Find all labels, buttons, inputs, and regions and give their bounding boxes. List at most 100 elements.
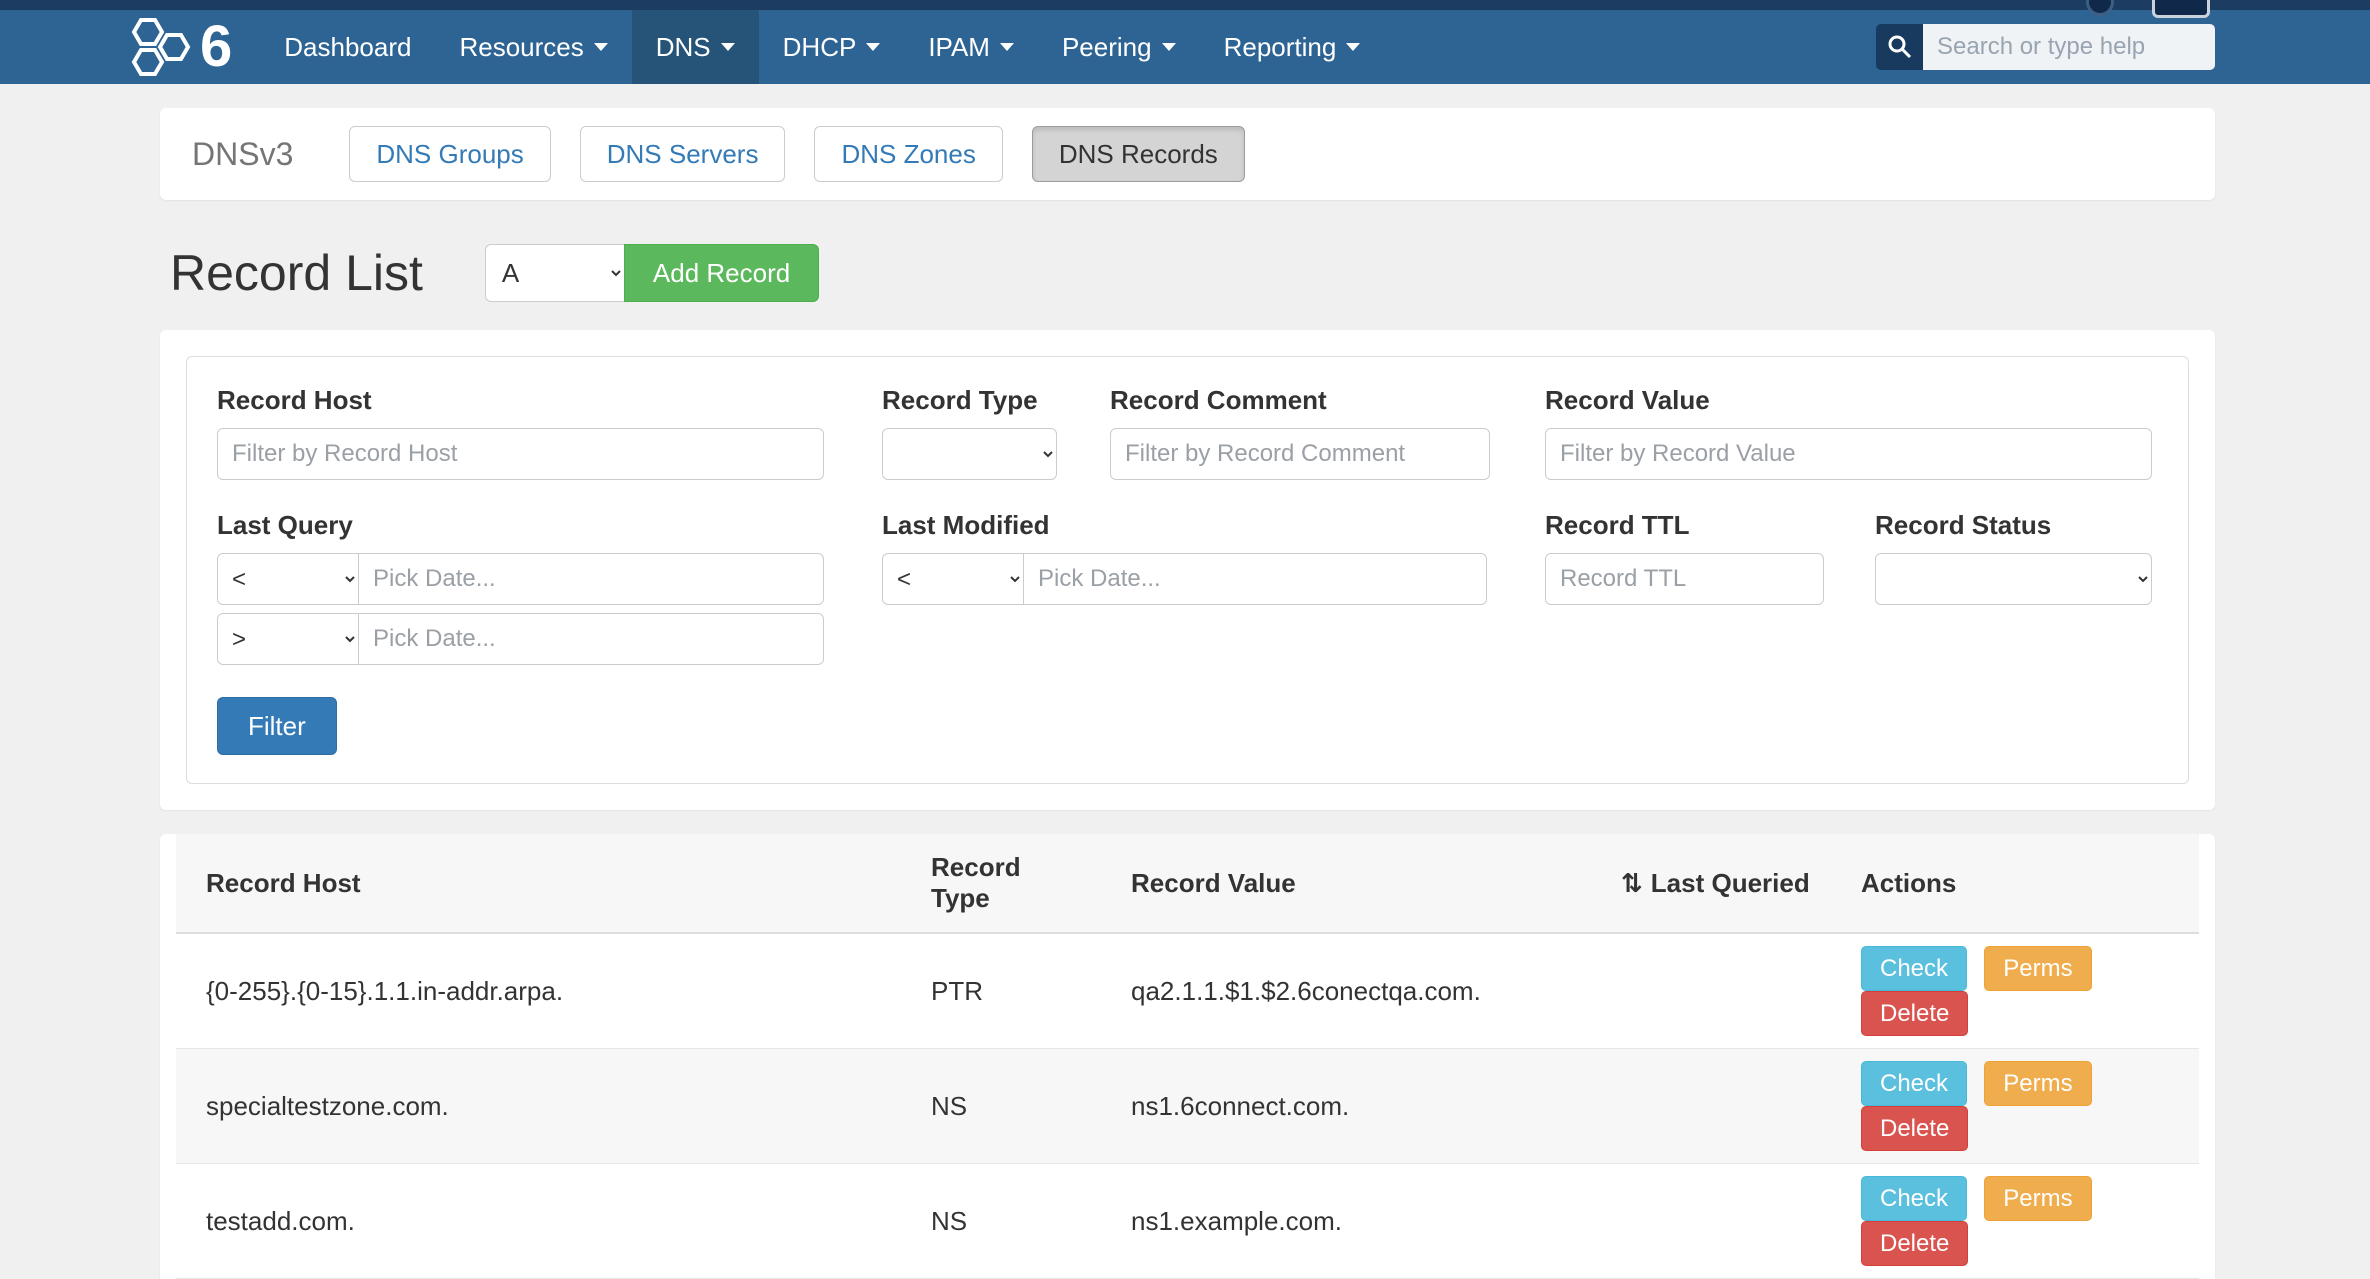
filter-row-1: Record Host Record Type Record Comment R… <box>217 385 2158 480</box>
sort-icon[interactable]: ⇅ <box>1621 869 1643 899</box>
table-row: {0-255}.{0-15}.1.1.in-addr.arpa. PTR qa2… <box>176 933 2199 1049</box>
record-status-label: Record Status <box>1875 510 2152 541</box>
filter-field-record-type: Record Type <box>882 385 1057 480</box>
cell-actions: Check Perms Delete <box>1831 1164 2199 1279</box>
last-modified-group: < <box>882 553 1487 605</box>
main-nav-menu: Dashboard Resources DNS DHCP IPAM Peerin… <box>260 10 1384 84</box>
filter-field-record-comment: Record Comment <box>1110 385 1490 480</box>
last-query-before-date-input[interactable] <box>358 553 824 605</box>
records-table-panel: Record Host Record Type Record Value ⇅ La… <box>160 834 2215 1279</box>
dns-records-button[interactable]: DNS Records <box>1032 126 1245 182</box>
record-value-label: Record Value <box>1545 385 2152 416</box>
last-query-gt-select[interactable]: > <box>217 613 359 665</box>
nav-item-resources[interactable]: Resources <box>435 10 631 84</box>
record-comment-input[interactable] <box>1110 428 1490 480</box>
record-status-select[interactable] <box>1875 553 2152 605</box>
record-host-label: Record Host <box>217 385 824 416</box>
dns-servers-button[interactable]: DNS Servers <box>580 126 786 182</box>
caret-down-icon <box>1162 43 1176 51</box>
header-record-value: Record Value <box>1101 834 1591 933</box>
header-record-type: Record Type <box>901 834 1101 933</box>
filter-submit-button[interactable]: Filter <box>217 697 337 755</box>
table-header-row: Record Host Record Type Record Value ⇅ La… <box>176 834 2199 933</box>
nav-item-label: DHCP <box>783 32 857 63</box>
record-host-input[interactable] <box>217 428 824 480</box>
last-modified-date-input[interactable] <box>1023 553 1487 605</box>
cell-actions: Check Perms Delete <box>1831 933 2199 1049</box>
cell-last-queried <box>1591 1049 1831 1164</box>
add-record-button[interactable]: Add Record <box>624 244 819 302</box>
main-navbar: 6 Dashboard Resources DNS DHCP IPAM Peer… <box>0 10 2370 84</box>
cell-record-type: PTR <box>901 933 1101 1049</box>
last-query-after-date-input[interactable] <box>358 613 824 665</box>
last-query-lt-select[interactable]: < <box>217 553 359 605</box>
cell-last-queried <box>1591 933 1831 1049</box>
cell-record-value: ns1.6connect.com. <box>1101 1049 1591 1164</box>
cell-record-host: {0-255}.{0-15}.1.1.in-addr.arpa. <box>176 933 901 1049</box>
nav-item-reporting[interactable]: Reporting <box>1200 10 1385 84</box>
record-type-label: Record Type <box>882 385 1057 416</box>
record-ttl-input[interactable] <box>1545 553 1824 605</box>
caret-down-icon <box>1346 43 1360 51</box>
brand-number: 6 <box>200 18 232 76</box>
record-ttl-label: Record TTL <box>1545 510 1824 541</box>
check-button[interactable]: Check <box>1861 1176 1967 1221</box>
filter-panel: Record Host Record Type Record Comment R… <box>160 330 2215 810</box>
cell-record-type: NS <box>901 1049 1101 1164</box>
filter-field-record-host: Record Host <box>217 385 824 480</box>
dns-groups-button[interactable]: DNS Groups <box>349 126 550 182</box>
dns-zones-button[interactable]: DNS Zones <box>814 126 1002 182</box>
page-content: DNSv3 DNS Groups DNS Servers DNS Zones D… <box>160 108 2215 1279</box>
cell-last-queried <box>1591 1164 1831 1279</box>
record-value-input[interactable] <box>1545 428 2152 480</box>
nav-item-label: Dashboard <box>284 32 411 63</box>
delete-button[interactable]: Delete <box>1861 1106 1968 1151</box>
last-modified-op-select[interactable]: < <box>882 553 1024 605</box>
nav-item-peering[interactable]: Peering <box>1038 10 1200 84</box>
records-table: Record Host Record Type Record Value ⇅ La… <box>176 834 2199 1279</box>
filter-field-record-status: Record Status <box>1875 510 2152 665</box>
record-type-filter-select[interactable] <box>882 428 1057 480</box>
filter-row-2: Last Query < > Last Mo <box>217 510 2158 665</box>
cell-record-host: testadd.com. <box>176 1164 901 1279</box>
table-row: specialtestzone.com. NS ns1.6connect.com… <box>176 1049 2199 1164</box>
nav-item-dns[interactable]: DNS <box>632 10 759 84</box>
header-last-queried-label: Last Queried <box>1651 868 1810 898</box>
last-query-label: Last Query <box>217 510 824 541</box>
perms-button[interactable]: Perms <box>1984 1176 2091 1221</box>
delete-button[interactable]: Delete <box>1861 1221 1968 1266</box>
nav-item-dashboard[interactable]: Dashboard <box>260 10 435 84</box>
search-icon[interactable] <box>1876 24 1923 70</box>
page-title: Record List <box>170 244 423 302</box>
add-record-group: A Add Record <box>485 244 819 302</box>
dns-subnav-panel: DNSv3 DNS Groups DNS Servers DNS Zones D… <box>160 108 2215 200</box>
record-list-header: Record List A Add Record <box>160 244 2215 302</box>
nav-item-ipam[interactable]: IPAM <box>904 10 1038 84</box>
hexagon-logo-icon <box>128 12 198 82</box>
check-button[interactable]: Check <box>1861 946 1967 991</box>
filter-field-record-ttl: Record TTL <box>1545 510 1824 665</box>
search-input[interactable] <box>1923 24 2215 70</box>
browser-chrome-fragment-button <box>2152 0 2210 18</box>
perms-button[interactable]: Perms <box>1984 946 2091 991</box>
nav-item-label: Peering <box>1062 32 1152 63</box>
nav-item-label: Resources <box>459 32 583 63</box>
cell-record-type: NS <box>901 1164 1101 1279</box>
last-query-before-group: < <box>217 553 824 605</box>
filter-field-last-query: Last Query < > <box>217 510 824 665</box>
cell-record-value: qa2.1.1.$1.$2.6conectqa.com. <box>1101 933 1591 1049</box>
filter-field-record-value: Record Value <box>1545 385 2152 480</box>
header-last-queried[interactable]: ⇅ Last Queried <box>1591 834 1831 933</box>
nav-item-dhcp[interactable]: DHCP <box>759 10 905 84</box>
global-search <box>1876 24 2215 70</box>
caret-down-icon <box>721 43 735 51</box>
record-comment-label: Record Comment <box>1110 385 1490 416</box>
cell-record-value: ns1.example.com. <box>1101 1164 1591 1279</box>
app-logo[interactable]: 6 <box>128 12 232 82</box>
nav-item-label: DNS <box>656 32 711 63</box>
table-row: testadd.com. NS ns1.example.com. Check P… <box>176 1164 2199 1279</box>
record-type-select[interactable]: A <box>485 244 625 302</box>
nav-item-label: IPAM <box>928 32 990 63</box>
header-record-host: Record Host <box>176 834 901 933</box>
delete-button[interactable]: Delete <box>1861 991 1968 1036</box>
